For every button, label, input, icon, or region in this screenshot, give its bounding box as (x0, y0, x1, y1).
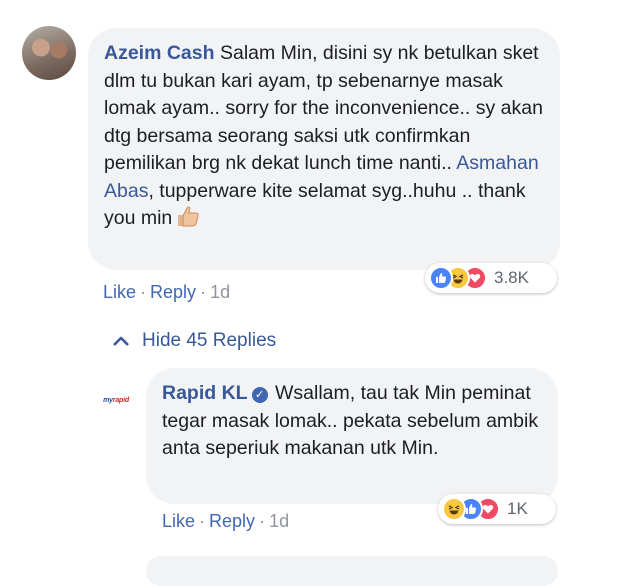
comment-text-continued: , tupperware kite selamat syg..huhu .. t… (104, 179, 526, 230)
chevron-up-icon (113, 336, 129, 346)
like-button[interactable]: Like (162, 511, 195, 531)
reply-button[interactable]: Reply (209, 511, 255, 531)
like-button[interactable]: Like (103, 282, 136, 302)
hide-replies-button[interactable]: Hide 45 Replies (112, 330, 276, 352)
reply-author-link[interactable]: Rapid KL (162, 382, 248, 404)
reaction-count: 1K (507, 499, 528, 518)
avatar-rapid-kl[interactable]: myrapid (96, 380, 136, 420)
timestamp-link[interactable]: 1d (269, 511, 289, 531)
separator: · (140, 282, 147, 302)
timestamp-link[interactable]: 1d (210, 282, 230, 302)
like-reaction-icon (429, 266, 453, 290)
reaction-count: 3.8K (494, 268, 529, 287)
reply-bubble: Rapid KL ✓ Wsallam, tau tak Min peminat t… (146, 368, 558, 504)
comment-bubble: Azeim Cash Salam Min, disini sy nk betul… (88, 28, 560, 270)
rapid-kl-logo: myrapid (103, 396, 129, 404)
verified-badge-icon: ✓ (251, 387, 268, 403)
separator: · (199, 511, 206, 531)
comment-author-link[interactable]: Azeim Cash (104, 42, 215, 64)
reply-actions: Like · Reply · 1d (162, 511, 289, 532)
reply-button[interactable]: Reply (150, 282, 196, 302)
haha-reaction-icon (442, 497, 466, 521)
separator: · (200, 282, 207, 302)
hide-replies-label: Hide 45 Replies (142, 330, 277, 351)
thumbs-up-emoji-icon (176, 205, 200, 236)
separator: · (259, 511, 266, 531)
comment-actions: Like · Reply · 1d (103, 282, 230, 303)
reply-reactions-summary[interactable]: 1K (438, 494, 556, 524)
reactions-summary[interactable]: 3.8K (425, 263, 557, 293)
next-reply-bubble (146, 556, 558, 586)
avatar-azeim-cash[interactable] (22, 26, 76, 80)
